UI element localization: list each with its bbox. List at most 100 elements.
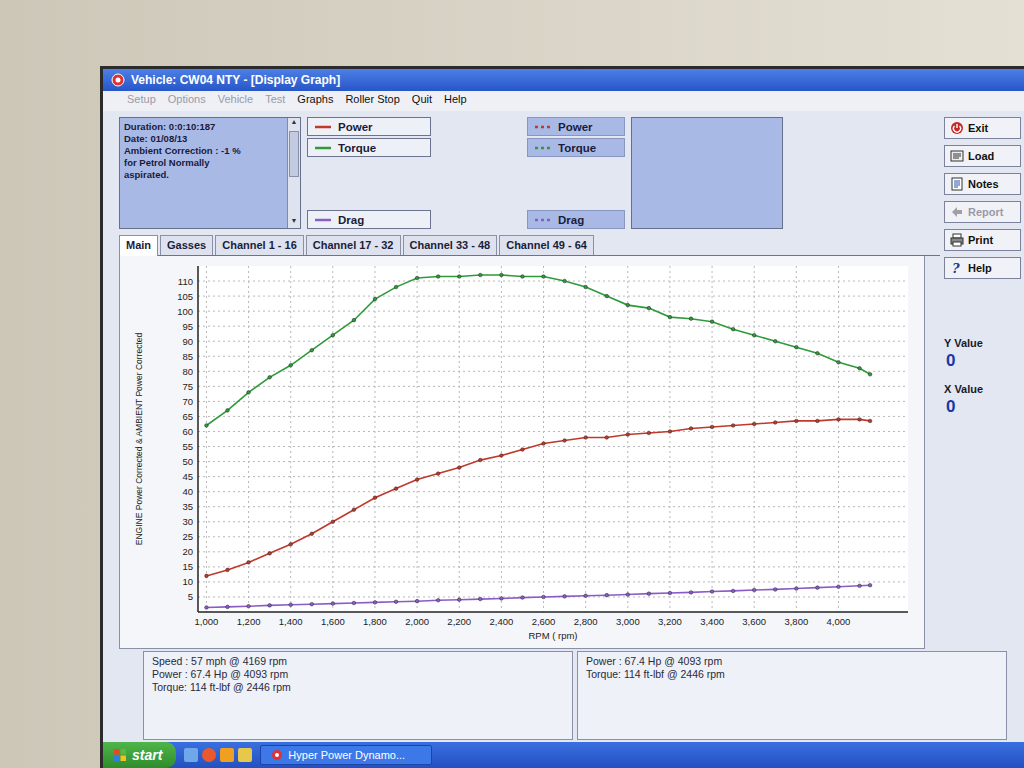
legend-button[interactable]: Power [307,117,431,136]
data-point [868,583,872,587]
data-point [563,439,567,443]
line-swatch-icon [534,145,552,151]
grid-line [198,521,908,522]
desktop-icon[interactable] [184,748,198,762]
x-tick: 1,400 [279,616,303,627]
data-point [310,348,314,352]
legend-button[interactable]: Drag [527,210,625,229]
data-point [436,598,440,602]
data-point [310,532,314,536]
legend-button[interactable]: Drag [307,210,431,229]
data-point [205,424,209,428]
svg-text:?: ? [952,261,960,275]
data-point [647,431,651,435]
data-point [247,391,251,395]
x-tick: 2,800 [574,616,598,627]
data-point [626,433,630,437]
data-point [268,376,272,380]
data-point [289,543,293,547]
menu-item[interactable]: Graphs [297,93,333,109]
data-point [837,360,841,364]
data-point [415,478,419,482]
grid-line [198,296,908,297]
data-point [752,588,756,592]
y-tick: 75 [182,381,193,392]
grid-line [198,581,908,582]
data-point [394,285,398,289]
start-button[interactable]: start [103,742,176,768]
y-tick: 50 [182,456,193,467]
grid-line [198,311,908,312]
notes-icon [950,177,964,191]
browser-icon[interactable] [202,748,216,762]
x-tick: 3,400 [700,616,724,627]
cursor-readout: Y Value 0X Value 0 [944,337,1021,427]
menu-item[interactable]: Quit [412,93,432,109]
series-line [206,275,870,426]
tab-bar: MainGassesChannel 1 - 16Channel 17 - 32C… [119,235,940,256]
grid-line [627,266,628,612]
legend-button[interactable]: Torque [307,138,431,157]
side-button[interactable]: ? Help [944,257,1021,279]
taskbar-button[interactable]: Hyper Power Dynamo... [260,745,432,765]
tab[interactable]: Channel 49 - 64 [499,235,594,255]
x-tick: 2,600 [532,616,556,627]
readout-value: 0 [944,397,1021,417]
grid-line [198,431,908,432]
menu-item[interactable]: Help [444,93,467,109]
data-point [205,606,209,610]
scrollbar[interactable]: ▲▼ [287,118,300,228]
data-point [331,333,335,337]
data-point [795,419,799,423]
data-point [436,472,440,476]
data-point [457,466,461,470]
data-point [479,597,483,601]
data-point [816,419,820,423]
data-point [373,601,377,605]
legend-button[interactable]: Power [527,117,625,136]
line-swatch-icon [314,145,332,151]
media-icon[interactable] [220,748,234,762]
data-point [731,424,735,428]
y-tick: 90 [182,336,193,347]
data-point [415,276,419,280]
side-button[interactable]: Load [944,145,1021,167]
grid-line [712,266,713,612]
data-point [668,591,672,595]
y-tick: 105 [177,291,193,302]
data-point [415,599,419,603]
data-point [626,593,630,597]
tab[interactable]: Gasses [160,235,213,255]
data-point [268,604,272,608]
y-tick: 80 [182,366,193,377]
y-tick: 10 [182,576,193,587]
grid-line [198,491,908,492]
grid-line [198,566,908,567]
side-button[interactable]: Exit [944,117,1021,139]
x-tick: 2,000 [405,616,429,627]
status-line: Power : 67.4 Hp @ 4093 rpm [152,668,564,681]
tab[interactable]: Channel 33 - 48 [403,235,498,255]
side-button: Report [944,201,1021,223]
data-point [795,345,799,349]
folder-icon[interactable] [238,748,252,762]
legend-button[interactable]: Torque [527,138,625,157]
menu-item[interactable]: Roller Stop [345,93,399,109]
x-tick: 3,200 [658,616,682,627]
data-point [542,595,546,599]
grid-line [198,386,908,387]
status-line: Speed : 57 mph @ 4169 rpm [152,655,564,668]
tab[interactable]: Channel 1 - 16 [215,235,304,255]
info-line: Duration: 0:0:10:187 [124,121,283,133]
exit-icon [950,121,964,135]
dyno-chart[interactable]: 5101520253035404550556065707580859095100… [120,256,920,648]
side-button[interactable]: Notes [944,173,1021,195]
grid-line [796,266,797,612]
side-button[interactable]: Print [944,229,1021,251]
y-tick: 30 [182,516,193,527]
data-point [500,273,504,277]
data-point [858,418,862,422]
tab[interactable]: Channel 17 - 32 [306,235,401,255]
tab[interactable]: Main [119,235,158,256]
x-tick: 1,200 [237,616,261,627]
